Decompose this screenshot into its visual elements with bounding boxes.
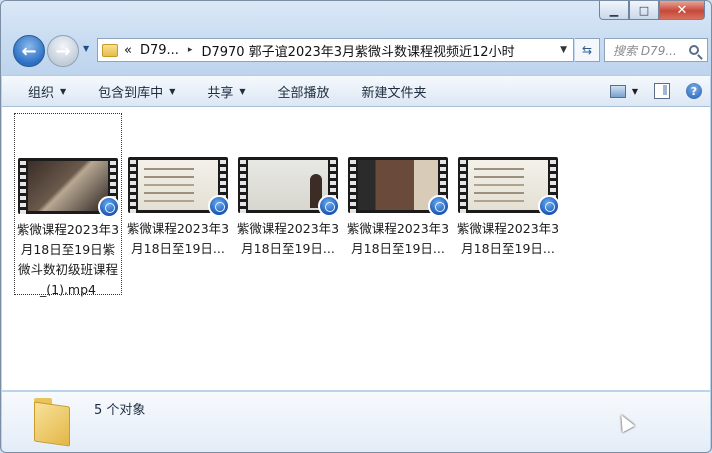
folder-large-icon xyxy=(30,396,74,447)
file-item[interactable]: 紫微课程2023年3月18日至19日... xyxy=(344,113,452,259)
file-name: 紫微课程2023年3月18日至19日... xyxy=(236,221,340,256)
view-options-dropdown-icon[interactable]: ▼ xyxy=(632,87,638,96)
folder-icon xyxy=(102,43,118,57)
share-menu[interactable]: 共享 ▼ xyxy=(185,76,255,106)
forward-arrow-icon: → xyxy=(55,40,71,62)
navigation-bar: ← → ▼ « D79... ▸ D7970 郭子谊2023年3月紫微斗数课程视… xyxy=(9,33,708,67)
video-thumbnail xyxy=(238,157,340,217)
back-button[interactable]: ← xyxy=(13,35,45,67)
details-pane: 5 个对象 xyxy=(2,391,710,452)
media-player-icon xyxy=(98,196,120,218)
refresh-icon: ⇆ xyxy=(581,43,593,57)
explorer-window: ▁ □ ✕ ← → ▼ « D79... ▸ D7970 郭子谊2023年3月紫… xyxy=(0,0,712,453)
toolbar-right: ▼ ? xyxy=(602,76,710,106)
video-thumbnail xyxy=(128,157,230,217)
chevron-down-icon: ▼ xyxy=(169,86,176,96)
forward-button[interactable]: → xyxy=(47,35,79,67)
new-folder-button[interactable]: 新建文件夹 xyxy=(340,76,437,106)
video-thumbnail xyxy=(18,158,120,218)
address-dropdown-icon[interactable]: ▼ xyxy=(560,45,567,55)
file-item[interactable]: 紫微课程2023年3月18日至19日... xyxy=(234,113,342,259)
file-list: 紫微课程2023年3月18日至19日紫微斗数初级班课程_(1).mp4 紫微课程… xyxy=(2,107,710,390)
chevron-down-icon: ▼ xyxy=(60,86,67,96)
media-player-icon xyxy=(428,195,450,217)
include-in-library-menu[interactable]: 包含到库中 ▼ xyxy=(76,76,185,106)
file-name: 紫微课程2023年3月18日至19日... xyxy=(126,221,230,256)
breadcrumb-item-current[interactable]: D7970 郭子谊2023年3月紫微斗数课程视频近12小时 xyxy=(201,41,514,60)
file-name: 紫微课程2023年3月18日至19日... xyxy=(346,221,450,256)
file-item[interactable]: 紫微课程2023年3月18日至19日... xyxy=(454,113,562,259)
item-count: 5 个对象 xyxy=(94,403,146,418)
organize-menu[interactable]: 组织 ▼ xyxy=(2,76,76,106)
breadcrumb-overflow[interactable]: « xyxy=(124,43,132,58)
back-arrow-icon: ← xyxy=(21,40,37,62)
play-all-button[interactable]: 全部播放 xyxy=(256,76,340,106)
file-name: 紫微课程2023年3月18日至19日... xyxy=(456,221,560,256)
file-item[interactable]: 紫微课程2023年3月18日至19日紫微斗数初级班课程_(1).mp4 xyxy=(14,113,122,297)
video-thumbnail xyxy=(348,157,450,217)
media-player-icon xyxy=(538,195,560,217)
chevron-down-icon: ▼ xyxy=(239,86,246,96)
address-bar[interactable]: « D79... ▸ D7970 郭子谊2023年3月紫微斗数课程视频近12小时… xyxy=(97,38,574,62)
change-view-icon[interactable] xyxy=(609,84,626,98)
close-button[interactable]: ✕ xyxy=(659,1,705,20)
breadcrumb-item-parent[interactable]: D79... xyxy=(140,43,179,58)
recent-pages-button[interactable]: ▼ xyxy=(83,44,89,53)
search-input[interactable]: 搜索 D79... xyxy=(613,42,689,59)
search-icon xyxy=(689,45,699,55)
minimize-button[interactable]: ▁ xyxy=(599,1,629,20)
video-thumbnail xyxy=(458,157,560,217)
media-player-icon xyxy=(318,195,340,217)
maximize-button[interactable]: □ xyxy=(629,1,659,20)
caption-buttons: ▁ □ ✕ xyxy=(599,1,705,21)
file-name: 紫微课程2023年3月18日至19日紫微斗数初级班课程_(1).mp4 xyxy=(16,222,120,297)
file-item[interactable]: 紫微课程2023年3月18日至19日... xyxy=(124,113,232,259)
search-box[interactable]: 搜索 D79... xyxy=(604,38,708,62)
media-player-icon xyxy=(208,195,230,217)
include-library-label: 包含到库中 xyxy=(98,85,164,101)
refresh-button[interactable]: ⇆ xyxy=(575,38,600,62)
share-label: 共享 xyxy=(207,85,234,101)
organize-label: 组织 xyxy=(28,85,55,101)
chevron-right-icon[interactable]: ▸ xyxy=(188,45,193,55)
command-bar: 组织 ▼ 包含到库中 ▼ 共享 ▼ 全部播放 新建文件夹 ▼ ? xyxy=(2,75,710,107)
help-icon[interactable]: ? xyxy=(686,83,702,99)
preview-pane-icon[interactable] xyxy=(654,83,670,99)
